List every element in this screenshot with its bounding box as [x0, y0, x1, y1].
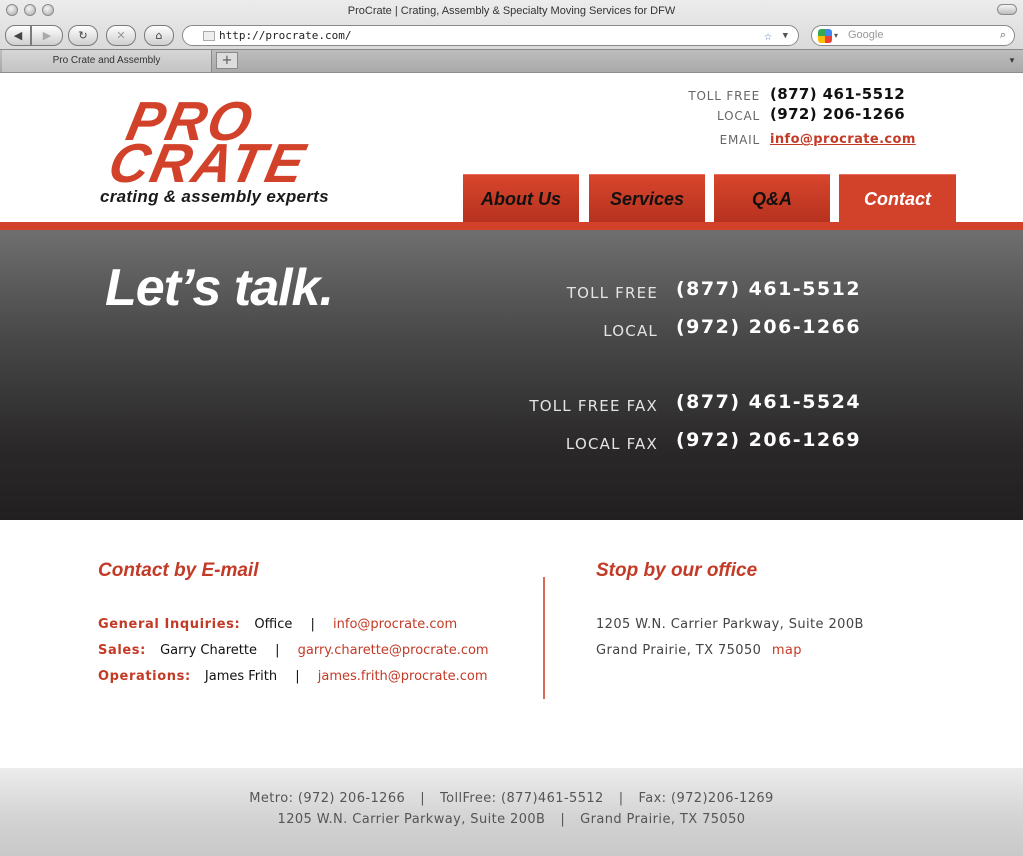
email-section-title: Contact by E-mail: [98, 560, 259, 581]
hero-row-toll-free-fax: TOLL FREE FAX (877) 461-5524: [430, 391, 930, 421]
footer-fax: Fax: (972)206-1269: [638, 791, 774, 806]
footer-metro: Metro: (972) 206-1266: [249, 791, 406, 806]
email-row-general: General Inquiries: Office | info@procrat…: [98, 617, 457, 641]
reload-button[interactable]: ↻: [68, 25, 98, 46]
footer-address: 1205 W.N. Carrier Parkway, Suite 200B: [277, 812, 546, 827]
section-divider: [543, 577, 545, 699]
hero-row-local-fax: LOCAL FAX (972) 206-1269: [430, 429, 930, 459]
email-row-separator: |: [310, 617, 315, 632]
back-button[interactable]: ◀: [5, 25, 31, 46]
email-row-label: General Inquiries:: [98, 617, 241, 632]
header-toll-free-number: (877) 461-5512: [770, 85, 906, 103]
hero-number: (877) 461-5512: [676, 278, 862, 300]
tab-bar: Pro Crate and Assembly + ▾: [0, 49, 1023, 72]
email-row-operations: Operations: James Frith | james.frith@pr…: [98, 669, 488, 693]
search-bar[interactable]: ▾ Google ⌕: [811, 25, 1015, 46]
email-row-person: Office: [254, 617, 293, 632]
bookmark-star-icon[interactable]: ☆: [764, 27, 772, 46]
hero-number: (972) 206-1269: [676, 429, 862, 451]
email-row-person: Garry Charette: [160, 643, 257, 658]
site-header: PRO CRATE crating & assembly experts TOL…: [0, 73, 1023, 229]
footer-city: Grand Prairie, TX 75050: [580, 812, 746, 827]
logo-crate-text: CRATE: [103, 132, 312, 194]
email-row-person: James Frith: [204, 669, 278, 684]
email-row-link[interactable]: garry.charette@procrate.com: [298, 643, 489, 658]
site-logo[interactable]: PRO CRATE crating & assembly experts: [100, 90, 400, 208]
header-email-link[interactable]: info@procrate.com: [770, 132, 916, 147]
office-city: Grand Prairie, TX 75050: [596, 643, 762, 658]
home-icon: ⌂: [155, 29, 163, 42]
email-row-link[interactable]: james.frith@procrate.com: [318, 669, 488, 684]
browser-toolbar: ◀ ▶ ↻ ✕ ⌂ http://procrate.com/ ☆ ▼ ▾ Goo…: [0, 22, 1023, 48]
hero-row-local: LOCAL (972) 206-1266: [430, 316, 930, 346]
footer-separator: |: [560, 812, 566, 827]
logo-tagline: crating & assembly experts: [100, 187, 329, 206]
back-icon: ◀: [13, 29, 23, 42]
hero-number: (972) 206-1266: [676, 316, 862, 338]
reload-icon: ↻: [78, 29, 88, 42]
header-local-number: (972) 206-1266: [770, 105, 906, 123]
browser-chrome: ProCrate | Crating, Assembly & Specialty…: [0, 0, 1023, 73]
hero-title: Let’s talk.: [105, 259, 334, 317]
forward-icon: ▶: [42, 29, 52, 42]
office-address-line2: Grand Prairie, TX 75050 map: [596, 643, 802, 658]
header-local-label: LOCAL: [717, 109, 760, 123]
header-contact-info: TOLL FREE (877) 461-5512 LOCAL (972) 206…: [650, 85, 915, 149]
footer-tollfree: TollFree: (877)461-5512: [439, 791, 604, 806]
stop-button[interactable]: ✕: [106, 25, 136, 46]
tab-list-menu-icon[interactable]: ▾: [1003, 53, 1021, 69]
hero-label: TOLL FREE FAX: [529, 397, 658, 415]
footer-separator: |: [420, 791, 425, 806]
site-footer: Metro: (972) 206-1266 | TollFree: (877)461…: [0, 768, 1023, 856]
hero-label: LOCAL FAX: [565, 435, 658, 453]
stop-icon: ✕: [116, 29, 126, 42]
office-address-line1: 1205 W.N. Carrier Parkway, Suite 200B: [596, 617, 864, 632]
header-email-label: EMAIL: [719, 133, 760, 147]
email-row-sales: Sales: Garry Charette | garry.charette@p…: [98, 643, 489, 667]
nav-qa[interactable]: Q&A: [714, 174, 830, 222]
hero-row-toll-free: TOLL FREE (877) 461-5512: [430, 278, 930, 308]
nav-services[interactable]: Services: [589, 174, 705, 222]
footer-phone-line: Metro: (972) 206-1266 | TollFree: (877)461…: [0, 791, 1023, 806]
header-divider-bar: [0, 222, 1023, 230]
address-bar[interactable]: http://procrate.com/ ☆ ▼: [182, 25, 799, 46]
email-row-label: Sales:: [98, 643, 146, 658]
nav-contact[interactable]: Contact: [839, 174, 956, 222]
email-row-link[interactable]: info@procrate.com: [333, 617, 457, 632]
address-url: http://procrate.com/: [219, 29, 352, 42]
new-tab-button[interactable]: +: [216, 52, 238, 69]
search-icon[interactable]: ⌕: [1000, 26, 1006, 45]
page-favicon-icon: [203, 31, 215, 41]
window-title: ProCrate | Crating, Assembly & Specialty…: [347, 5, 676, 17]
search-placeholder: Google: [848, 29, 884, 41]
web-page: PRO CRATE crating & assembly experts TOL…: [0, 73, 1023, 856]
google-engine-icon[interactable]: [818, 29, 832, 43]
footer-address-line: 1205 W.N. Carrier Parkway, Suite 200B | Gr…: [0, 812, 1023, 827]
email-row-separator: |: [295, 669, 300, 684]
email-row-label: Operations:: [98, 669, 191, 684]
nav-about-us[interactable]: About Us: [463, 174, 579, 222]
hero-label: TOLL FREE: [566, 284, 658, 302]
header-toll-free-label: TOLL FREE: [688, 89, 760, 103]
office-section-title: Stop by our office: [596, 560, 758, 581]
tab-procrate[interactable]: Pro Crate and Assembly: [2, 50, 212, 72]
forward-button[interactable]: ▶: [31, 25, 63, 46]
plus-icon: +: [221, 53, 233, 68]
hero-number: (877) 461-5524: [676, 391, 862, 413]
url-dropdown-icon[interactable]: ▼: [783, 27, 788, 46]
home-button[interactable]: ⌂: [144, 25, 174, 46]
toolbar-toggle-button[interactable]: [997, 4, 1017, 15]
hero-banner: Let’s talk. TOLL FREE (877) 461-5512 LOC…: [0, 230, 1023, 520]
contact-section: Contact by E-mail General Inquiries: Off…: [0, 520, 1023, 768]
footer-separator: |: [618, 791, 624, 806]
engine-dropdown-icon[interactable]: ▾: [834, 26, 838, 45]
map-link[interactable]: map: [772, 643, 802, 658]
email-row-separator: |: [275, 643, 280, 658]
hero-label: LOCAL: [603, 322, 658, 340]
